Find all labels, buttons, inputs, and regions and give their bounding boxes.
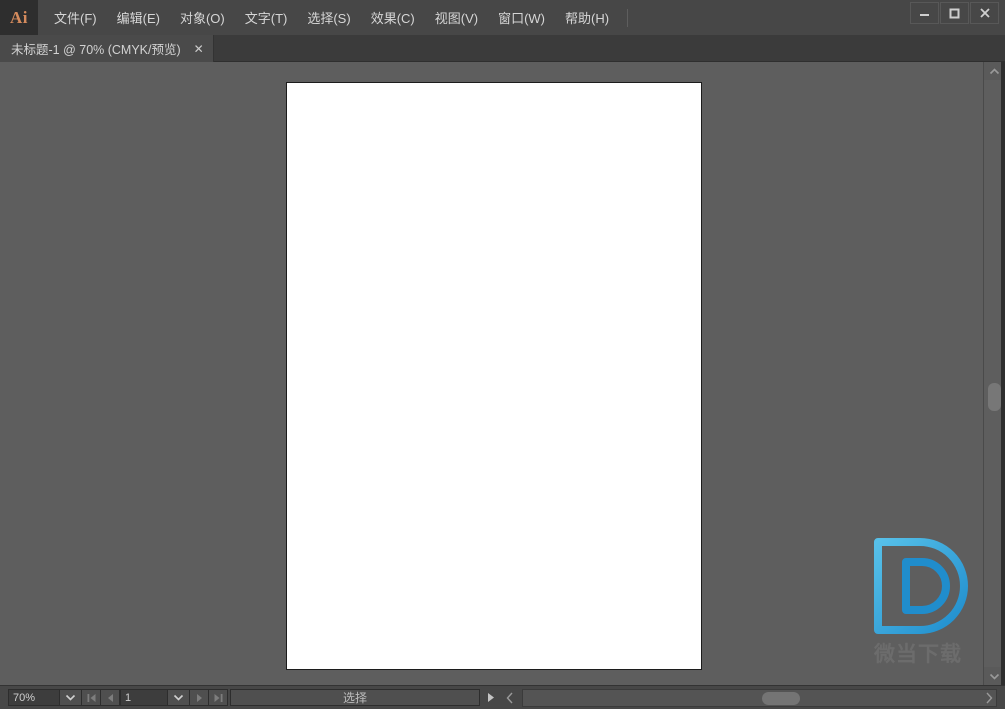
- chevron-up-icon: [989, 67, 1000, 74]
- horizontal-scroll-right-button[interactable]: [985, 691, 993, 705]
- zoom-level-field[interactable]: 70%: [8, 689, 60, 706]
- page-number-field[interactable]: 1: [120, 689, 168, 706]
- minimize-icon: [920, 13, 929, 16]
- first-page-icon: [87, 693, 95, 702]
- horizontal-scroll-thumb[interactable]: [761, 691, 800, 705]
- vertical-scrollbar[interactable]: [983, 62, 1005, 685]
- next-page-icon: [196, 693, 202, 702]
- previous-page-button[interactable]: [101, 689, 120, 706]
- menu-edit[interactable]: 编辑(E): [107, 4, 170, 31]
- close-button[interactable]: [970, 2, 999, 24]
- watermark: 微当下载: [866, 536, 970, 685]
- tab-close-icon[interactable]: ✕: [193, 43, 205, 55]
- menu-effect[interactable]: 效果(C): [361, 4, 425, 31]
- menu-select[interactable]: 选择(S): [297, 4, 360, 31]
- window-controls: [909, 2, 999, 24]
- window-right-edge: [1001, 62, 1005, 685]
- app-logo-icon: Ai: [0, 0, 38, 35]
- next-page-button[interactable]: [190, 689, 209, 706]
- chevron-left-icon: [506, 692, 513, 703]
- watermark-logo-icon: [874, 538, 968, 634]
- chevron-down-icon: [989, 673, 1000, 680]
- document-tab-bar: 未标题-1 @ 70% (CMYK/预览) ✕: [0, 35, 1005, 62]
- page-dropdown-button[interactable]: [168, 689, 190, 706]
- tool-status-field[interactable]: 选择: [230, 689, 480, 706]
- last-page-button[interactable]: [209, 689, 228, 706]
- status-bar: 70% 1 选择: [0, 685, 1005, 709]
- artboard[interactable]: [286, 82, 702, 670]
- menu-type[interactable]: 文字(T): [235, 4, 298, 31]
- document-tab-label: 未标题-1 @ 70% (CMYK/预览): [11, 43, 181, 57]
- maximize-icon: [949, 8, 960, 18]
- last-page-icon: [214, 693, 222, 702]
- play-icon: [487, 693, 494, 702]
- first-page-button[interactable]: [82, 689, 101, 706]
- menu-bar: 文件(F) 编辑(E) 对象(O) 文字(T) 选择(S) 效果(C) 视图(V…: [44, 0, 629, 35]
- chevron-down-icon: [65, 694, 76, 701]
- previous-page-icon: [107, 693, 113, 702]
- chevron-down-icon: [173, 694, 184, 701]
- menu-object[interactable]: 对象(O): [170, 4, 235, 31]
- menu-help[interactable]: 帮助(H): [555, 4, 619, 31]
- menu-divider: [627, 8, 629, 27]
- watermark-text: 微当下载: [874, 642, 962, 666]
- horizontal-scrollbar[interactable]: [522, 688, 997, 707]
- minimize-button[interactable]: [910, 2, 939, 24]
- title-bar: Ai 文件(F) 编辑(E) 对象(O) 文字(T) 选择(S) 效果(C) 视…: [0, 0, 1005, 35]
- menu-window[interactable]: 窗口(W): [488, 4, 555, 31]
- document-tab[interactable]: 未标题-1 @ 70% (CMYK/预览) ✕: [0, 35, 214, 62]
- status-play-button[interactable]: [480, 689, 500, 707]
- maximize-button[interactable]: [940, 2, 969, 24]
- status-collapse-button[interactable]: [500, 689, 520, 707]
- menu-view[interactable]: 视图(V): [425, 4, 488, 31]
- zoom-dropdown-button[interactable]: [60, 689, 82, 706]
- canvas-area[interactable]: 微当下载: [0, 62, 983, 685]
- menu-file[interactable]: 文件(F): [44, 4, 107, 31]
- chevron-right-icon: [986, 692, 993, 703]
- close-icon: [979, 8, 990, 18]
- vertical-scroll-thumb[interactable]: [988, 383, 1001, 411]
- illustrator-window: Ai 文件(F) 编辑(E) 对象(O) 文字(T) 选择(S) 效果(C) 视…: [0, 0, 1005, 709]
